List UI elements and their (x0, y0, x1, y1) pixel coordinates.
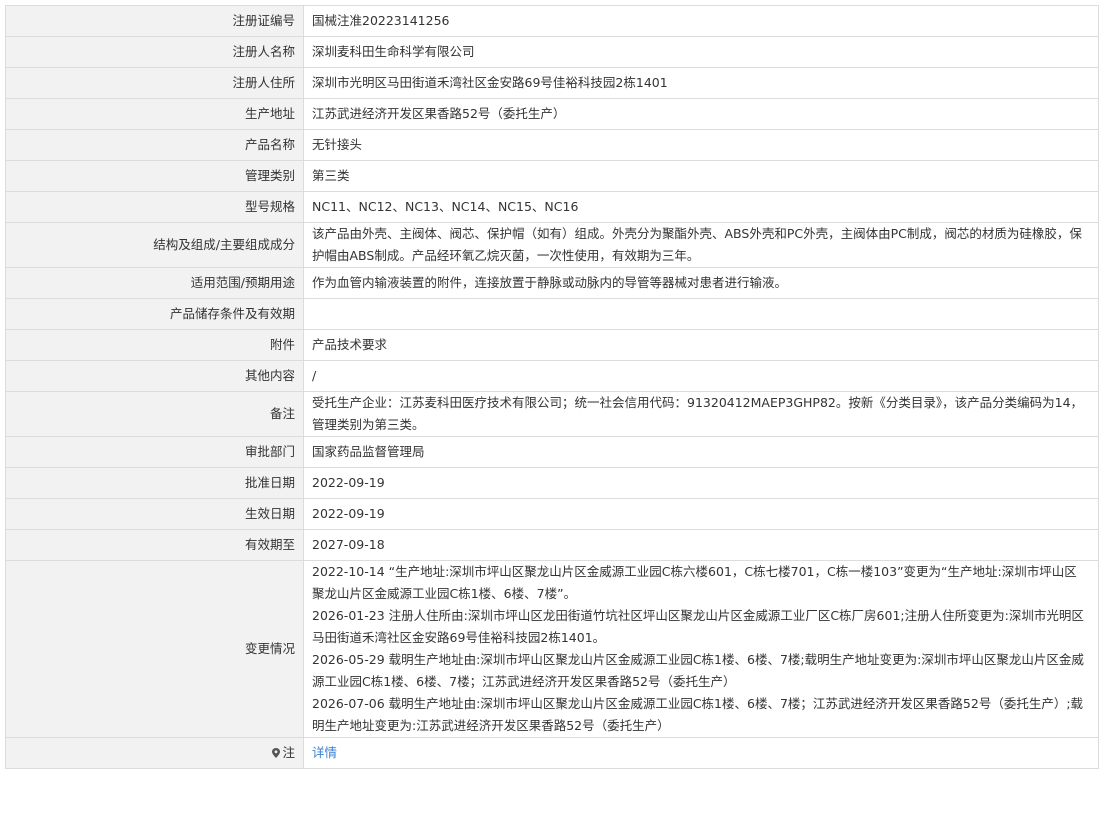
row-registrant-address: 注册人住所 深圳市光明区马田街道禾湾社区金安路69号佳裕科技园2栋1401 (5, 67, 1099, 99)
row-production-address: 生产地址 江苏武进经济开发区果香路52号（委托生产） (5, 98, 1099, 130)
row-note: 注 详情 (5, 737, 1099, 769)
row-registration-number: 注册证编号 国械注准20223141256 (5, 5, 1099, 37)
note-label: 注 (282, 745, 295, 760)
field-value (303, 298, 1099, 330)
note-value-cell: 详情 (303, 737, 1099, 769)
field-value: 该产品由外壳、主阀体、阀芯、保护帽（如有）组成。外壳分为聚酯外壳、ABS外壳和P… (303, 222, 1099, 268)
row-product-name: 产品名称 无针接头 (5, 129, 1099, 161)
change-entry: 2026-01-23 注册人住所由:深圳市坪山区龙田街道竹坑社区坪山区聚龙山片区… (312, 608, 1084, 645)
field-label: 备注 (5, 391, 304, 437)
field-value: 国家药品监督管理局 (303, 436, 1099, 468)
field-label: 结构及组成/主要组成成分 (5, 222, 304, 268)
details-link[interactable]: 详情 (312, 745, 337, 760)
field-label: 其他内容 (5, 360, 304, 392)
row-approval-department: 审批部门 国家药品监督管理局 (5, 436, 1099, 468)
field-label: 注册人名称 (5, 36, 304, 68)
field-value: 第三类 (303, 160, 1099, 192)
field-label: 附件 (5, 329, 304, 361)
field-value: 2027-09-18 (303, 529, 1099, 561)
field-label: 审批部门 (5, 436, 304, 468)
row-management-class: 管理类别 第三类 (5, 160, 1099, 192)
map-pin-icon (272, 748, 281, 758)
note-label-cell: 注 (5, 737, 304, 769)
row-model-spec: 型号规格 NC11、NC12、NC13、NC14、NC15、NC16 (5, 191, 1099, 223)
row-approval-date: 批准日期 2022-09-19 (5, 467, 1099, 499)
field-value: NC11、NC12、NC13、NC14、NC15、NC16 (303, 191, 1099, 223)
row-storage-validity: 产品储存条件及有效期 (5, 298, 1099, 330)
field-label: 注册证编号 (5, 5, 304, 37)
change-entry: 2026-05-29 载明生产地址由:深圳市坪山区聚龙山片区金威源工业园C栋1楼… (312, 652, 1084, 689)
field-value: / (303, 360, 1099, 392)
field-value: 2022-09-19 (303, 498, 1099, 530)
field-label: 生效日期 (5, 498, 304, 530)
field-value: 产品技术要求 (303, 329, 1099, 361)
field-label: 批准日期 (5, 467, 304, 499)
field-value: 受托生产企业：江苏麦科田医疗技术有限公司；统一社会信用代码：91320412MA… (303, 391, 1099, 437)
change-entry: 2022-10-14 “生产地址:深圳市坪山区聚龙山片区金威源工业园C栋六楼60… (312, 564, 1077, 601)
field-label: 产品储存条件及有效期 (5, 298, 304, 330)
row-intended-use: 适用范围/预期用途 作为血管内输液装置的附件，连接放置于静脉或动脉内的导管等器械… (5, 267, 1099, 299)
row-structure-composition: 结构及组成/主要组成成分 该产品由外壳、主阀体、阀芯、保护帽（如有）组成。外壳分… (5, 222, 1099, 268)
field-label: 适用范围/预期用途 (5, 267, 304, 299)
field-value: 深圳麦科田生命科学有限公司 (303, 36, 1099, 68)
field-label: 有效期至 (5, 529, 304, 561)
row-other-content: 其他内容 / (5, 360, 1099, 392)
field-value: 作为血管内输液装置的附件，连接放置于静脉或动脉内的导管等器械对患者进行输液。 (303, 267, 1099, 299)
field-value: 国械注准20223141256 (303, 5, 1099, 37)
field-label: 管理类别 (5, 160, 304, 192)
row-expiry-date: 有效期至 2027-09-18 (5, 529, 1099, 561)
field-value: 无针接头 (303, 129, 1099, 161)
field-label: 型号规格 (5, 191, 304, 223)
change-entry: 2026-07-06 载明生产地址由:深圳市坪山区聚龙山片区金威源工业园C栋1楼… (312, 696, 1084, 733)
field-value: 江苏武进经济开发区果香路52号（委托生产） (303, 98, 1099, 130)
field-label: 产品名称 (5, 129, 304, 161)
row-change-history: 变更情况 2022-10-14 “生产地址:深圳市坪山区聚龙山片区金威源工业园C… (5, 560, 1099, 738)
change-history-list: 2022-10-14 “生产地址:深圳市坪山区聚龙山片区金威源工业园C栋六楼60… (303, 560, 1099, 738)
row-remarks: 备注 受托生产企业：江苏麦科田医疗技术有限公司；统一社会信用代码：9132041… (5, 391, 1099, 437)
field-label: 生产地址 (5, 98, 304, 130)
row-registrant-name: 注册人名称 深圳麦科田生命科学有限公司 (5, 36, 1099, 68)
row-effective-date: 生效日期 2022-09-19 (5, 498, 1099, 530)
row-attachment: 附件 产品技术要求 (5, 329, 1099, 361)
registration-detail-table: 注册证编号 国械注准20223141256 注册人名称 深圳麦科田生命科学有限公… (5, 5, 1099, 769)
field-label: 变更情况 (5, 560, 304, 738)
field-label: 注册人住所 (5, 67, 304, 99)
field-value: 2022-09-19 (303, 467, 1099, 499)
field-value: 深圳市光明区马田街道禾湾社区金安路69号佳裕科技园2栋1401 (303, 67, 1099, 99)
